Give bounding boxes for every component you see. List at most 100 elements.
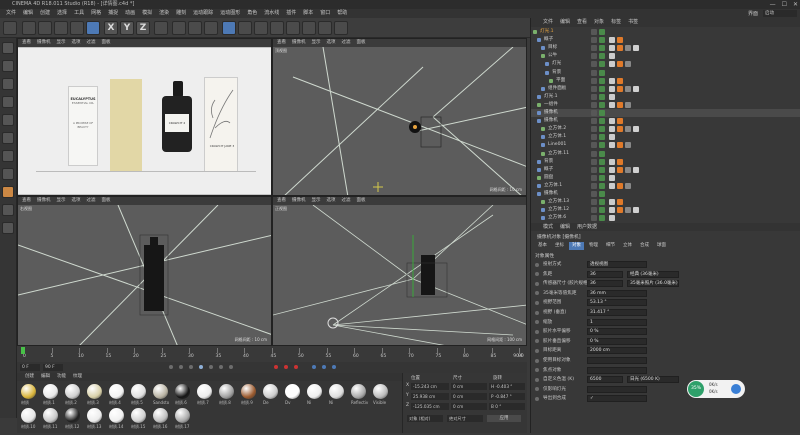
material-swatch[interactable]	[65, 384, 80, 399]
material-menu-item[interactable]: 纹理	[73, 373, 82, 381]
visibility-toggle[interactable]	[591, 191, 597, 197]
enable-checkmark[interactable]	[599, 29, 605, 35]
visibility-toggle[interactable]	[591, 53, 597, 60]
material-tag-icon[interactable]	[617, 199, 623, 206]
material-tag-icon[interactable]	[609, 37, 615, 44]
material-tag-icon[interactable]	[625, 142, 631, 149]
viewport-menu-item[interactable]: 显示	[312, 39, 321, 47]
render-view-icon[interactable]	[188, 21, 202, 35]
attribute-tab[interactable]: 球面	[654, 242, 669, 250]
menu-item[interactable]: 工具	[74, 9, 84, 18]
material-tag-icon[interactable]	[617, 207, 623, 214]
visibility-toggle[interactable]	[591, 93, 597, 100]
material-tag-icon[interactable]	[609, 182, 615, 189]
viewport-menu-item[interactable]: 面板	[357, 197, 366, 205]
material-tag-icon[interactable]	[625, 126, 631, 133]
visibility-toggle[interactable]	[591, 215, 597, 222]
coord-pos-field[interactable]: -15.243 cm	[411, 383, 449, 390]
object-menu-item[interactable]: 文件	[543, 18, 553, 27]
render-settings-icon[interactable]	[204, 21, 218, 35]
material-swatch[interactable]	[87, 408, 102, 423]
enable-checkmark[interactable]	[599, 110, 605, 116]
viewport-menu-item[interactable]: 选项	[72, 39, 81, 47]
visibility-toggle[interactable]	[591, 182, 597, 189]
object-row[interactable]: 目标	[531, 44, 800, 52]
timeline[interactable]: 0 5 10 15 20 25 30 35 40 45 50 55 60 65 70 75 80 85 90 90 F	[17, 346, 527, 362]
material-swatch[interactable]	[109, 384, 124, 399]
viewport-menu-item[interactable]: 摄像机	[292, 197, 306, 205]
prev-frame-icon[interactable]	[189, 365, 193, 369]
coord-size-field[interactable]: 0 cm	[451, 403, 487, 410]
material-tag-icon[interactable]	[617, 101, 623, 108]
enable-checkmark[interactable]	[599, 126, 605, 133]
animate-dot[interactable]	[535, 281, 539, 286]
menu-item[interactable]: 动画	[125, 9, 135, 18]
material-swatch[interactable]	[263, 384, 278, 399]
menu-item[interactable]: 运动跟踪	[193, 9, 213, 18]
object-row[interactable]: 概子	[531, 166, 800, 174]
enable-checkmark[interactable]	[599, 199, 605, 206]
accelerate-icon[interactable]	[731, 384, 741, 394]
material-tag-icon[interactable]	[609, 142, 615, 149]
array-icon[interactable]	[270, 21, 284, 35]
scale-key-icon[interactable]	[322, 365, 326, 369]
attribute-menu-item[interactable]: 编辑	[560, 223, 570, 231]
material-tag-icon[interactable]	[633, 207, 639, 214]
coordinate-mode-select[interactable]: 对象 (相对)	[407, 415, 443, 422]
material-swatch[interactable]	[241, 384, 256, 399]
viewport-right[interactable]: 查看 摄像机 显示 选项 过滤 面板 右视图 网格间距 : 10 cm	[17, 196, 272, 346]
live-select-icon[interactable]	[22, 21, 36, 35]
size-mode-select[interactable]: 绝对尺寸	[447, 415, 483, 422]
animate-dot[interactable]	[535, 262, 539, 267]
move-icon[interactable]	[38, 21, 52, 35]
viewport-menu-item[interactable]: 显示	[312, 197, 321, 205]
keyframe-selection-icon[interactable]	[294, 365, 298, 369]
enable-checkmark[interactable]	[599, 93, 605, 100]
material-swatch[interactable]	[175, 384, 190, 399]
attribute-preset-select[interactable]: 经典 (36毫米)	[627, 270, 679, 278]
animate-dot[interactable]	[535, 387, 539, 392]
x-axis-lock-button[interactable]: X	[104, 21, 118, 35]
attribute-value-field[interactable]: 透视视图	[587, 261, 647, 268]
attribute-tab[interactable]: 坐标	[552, 242, 567, 250]
end-frame-field[interactable]: 90 F	[43, 364, 63, 371]
attribute-tab[interactable]: 细节	[603, 242, 618, 250]
object-row[interactable]: 灯光	[531, 60, 800, 68]
object-row[interactable]: 组件面板	[531, 85, 800, 93]
visibility-toggle[interactable]	[591, 45, 597, 52]
menu-item[interactable]: 插件	[286, 9, 296, 18]
planar-workplane-icon[interactable]	[2, 222, 14, 234]
visibility-toggle[interactable]	[591, 85, 597, 92]
material-swatch[interactable]	[131, 384, 146, 399]
attribute-value-field[interactable]: ✓	[587, 395, 647, 403]
material-tag-icon[interactable]	[617, 166, 623, 173]
y-axis-lock-button[interactable]: Y	[120, 21, 134, 35]
material-tag-icon[interactable]	[609, 85, 615, 92]
visibility-toggle[interactable]	[591, 29, 597, 35]
menu-item[interactable]: 雕刻	[176, 9, 186, 18]
visibility-toggle[interactable]	[591, 69, 597, 76]
viewport-menu-item[interactable]: 显示	[57, 39, 66, 47]
material-tag-icon[interactable]	[617, 118, 623, 125]
menu-item[interactable]: 选择	[57, 9, 67, 18]
material-tag-icon[interactable]	[609, 207, 615, 214]
enable-checkmark[interactable]	[599, 166, 605, 173]
visibility-toggle[interactable]	[591, 61, 597, 68]
menu-item[interactable]: 流水线	[264, 9, 279, 18]
visibility-toggle[interactable]	[591, 166, 597, 173]
viewport-menu-item[interactable]: 摄像机	[37, 197, 51, 205]
playhead[interactable]	[21, 347, 25, 354]
visibility-toggle[interactable]	[591, 174, 597, 181]
attribute-value-field[interactable]	[587, 357, 647, 364]
object-row[interactable]: 摄像机	[531, 190, 800, 198]
enable-checkmark[interactable]	[599, 134, 605, 141]
enable-checkmark[interactable]	[599, 53, 605, 60]
viewport-menu-item[interactable]: 面板	[357, 39, 366, 47]
material-menu-item[interactable]: 编辑	[41, 373, 50, 381]
enable-checkmark[interactable]	[599, 207, 605, 214]
material-tag-icon[interactable]	[625, 207, 631, 214]
visibility-toggle[interactable]	[591, 101, 597, 108]
object-menu-item[interactable]: 查看	[577, 18, 587, 27]
animate-dot[interactable]	[535, 272, 539, 277]
material-swatch[interactable]	[197, 384, 212, 399]
